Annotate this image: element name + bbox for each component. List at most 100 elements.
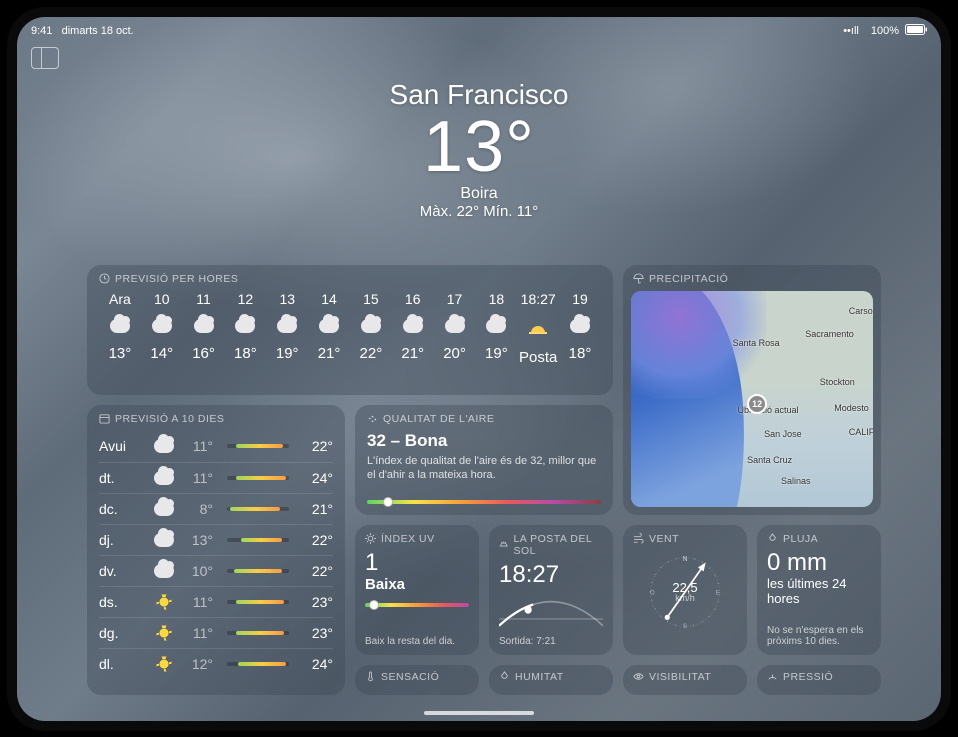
cloud-icon bbox=[110, 319, 130, 333]
temp-range-bar bbox=[227, 538, 289, 542]
temp-range-bar bbox=[227, 569, 289, 573]
aq-scale bbox=[367, 500, 601, 504]
hour-label: 18:27 bbox=[521, 291, 556, 307]
cloud-icon bbox=[153, 439, 175, 453]
cloud-icon bbox=[194, 319, 214, 333]
pressure-card[interactable]: PRESSIÓ bbox=[757, 665, 881, 695]
temp-range-bar bbox=[227, 476, 289, 480]
hour-item[interactable]: 1218° bbox=[224, 291, 266, 366]
hourly-row[interactable]: Ara13°1014° 11 16° 1218° 13 19° 1421°1522°1621… bbox=[99, 291, 601, 366]
current-temp: 13° bbox=[17, 111, 941, 183]
day-row[interactable]: dc. 8° 21° bbox=[99, 493, 333, 524]
aq-value: 32 – Bona bbox=[367, 431, 601, 451]
aq-description: L'índex de qualitat de l'aire és de 32, … bbox=[367, 454, 601, 483]
hour-item[interactable]: 18:27Posta bbox=[517, 291, 559, 366]
hour-temp: 18° bbox=[569, 345, 592, 362]
clock-icon bbox=[99, 273, 110, 284]
temp-range-bar bbox=[227, 662, 289, 666]
day-row[interactable]: dj. 13° 22° bbox=[99, 524, 333, 555]
humidity-card[interactable]: HUMITAT bbox=[489, 665, 613, 695]
day-row[interactable]: dg. 11° 23° bbox=[99, 617, 333, 648]
hour-label: 16 bbox=[405, 291, 421, 307]
cloud-icon bbox=[235, 319, 255, 333]
map-canvas[interactable]: Santa RosaSacramentoStocktonModestoSan J… bbox=[631, 291, 873, 507]
gauge-icon bbox=[767, 671, 778, 682]
feels-like-card[interactable]: SENSACIÓ bbox=[355, 665, 479, 695]
sun-icon bbox=[153, 593, 175, 611]
hour-temp: 20° bbox=[443, 345, 466, 362]
wind-icon bbox=[633, 533, 644, 544]
day-high: 24° bbox=[303, 470, 333, 486]
hour-label: Ara bbox=[109, 291, 131, 307]
hi-lo-text: Màx. 22° Mín. 11° bbox=[17, 203, 941, 220]
precipitation-map-card[interactable]: PRECIPITACIÓ Santa RosaSacramentoStockto… bbox=[623, 265, 881, 515]
hour-item[interactable]: 1421° bbox=[308, 291, 350, 366]
current-conditions: San Francisco 13° Boira Màx. 22° Mín. 11… bbox=[17, 17, 941, 220]
screen: 9:41 dimarts 18 oct. ••ıll 100% San Fran… bbox=[17, 17, 941, 721]
hour-label: 11 bbox=[196, 291, 211, 307]
humidity-icon bbox=[499, 671, 510, 682]
day-name: dv. bbox=[99, 563, 145, 579]
visibility-card[interactable]: VISIBILITAT bbox=[623, 665, 747, 695]
day-high: 22° bbox=[303, 532, 333, 548]
uv-value: 1 bbox=[365, 551, 469, 575]
sunset-icon bbox=[529, 319, 547, 337]
uv-footnote: Baix la resta del dia. bbox=[365, 636, 469, 647]
hour-item[interactable]: 1819° bbox=[475, 291, 517, 366]
day-row[interactable]: ds. 11° 23° bbox=[99, 586, 333, 617]
day-high: 23° bbox=[303, 594, 333, 610]
calendar-icon bbox=[99, 413, 110, 424]
cloud-icon bbox=[153, 471, 175, 485]
hour-temp: 19° bbox=[276, 345, 299, 362]
hour-item[interactable]: 1014° bbox=[141, 291, 183, 366]
day-row[interactable]: dt. 11° 24° bbox=[99, 462, 333, 493]
cloud-icon bbox=[277, 319, 297, 333]
temp-range-bar bbox=[227, 631, 289, 635]
map-city-label: Santa Rosa bbox=[733, 338, 780, 348]
uv-level: Baixa bbox=[365, 576, 469, 593]
hour-item[interactable]: 1621° bbox=[392, 291, 434, 366]
day-name: dc. bbox=[99, 501, 145, 517]
cloud-icon bbox=[486, 319, 506, 333]
tenday-title: PREVISIÓ A 10 DIES bbox=[115, 413, 224, 425]
hour-temp: 19° bbox=[485, 345, 508, 362]
hour-temp: 22° bbox=[360, 345, 383, 362]
sun-icon bbox=[153, 655, 175, 673]
hour-item[interactable]: 1720° bbox=[434, 291, 476, 366]
uv-index-card[interactable]: ÍNDEX UV 1 Baixa Baix la resta del dia. bbox=[355, 525, 479, 655]
day-high: 23° bbox=[303, 625, 333, 641]
day-high: 22° bbox=[303, 438, 333, 454]
home-indicator[interactable] bbox=[424, 711, 534, 715]
day-row[interactable]: dv. 10° 22° bbox=[99, 555, 333, 586]
sun-icon bbox=[153, 624, 175, 642]
condition-text: Boira bbox=[17, 185, 941, 203]
day-low: 11° bbox=[183, 594, 213, 610]
card-header: PREVISIÓ A 10 DIES bbox=[99, 413, 333, 425]
uv-scale bbox=[365, 603, 469, 607]
day-row[interactable]: dl. 12° 24° bbox=[99, 648, 333, 679]
hour-temp: 16° bbox=[192, 345, 215, 362]
hour-item[interactable]: 13 19° bbox=[266, 291, 308, 366]
ten-day-forecast-card[interactable]: PREVISIÓ A 10 DIES Avui 11° 22°dt. 11° 2… bbox=[87, 405, 345, 695]
sunset-card[interactable]: LA POSTA DEL SOL 18:27 Sortida: 7:21 bbox=[489, 525, 613, 655]
wind-card[interactable]: VENT N E S O bbox=[623, 525, 747, 655]
day-high: 24° bbox=[303, 656, 333, 672]
rain-card[interactable]: PLUJA 0 mm les últimes 24 hores No se n'… bbox=[757, 525, 881, 655]
hour-item[interactable]: Ara13° bbox=[99, 291, 141, 366]
day-high: 21° bbox=[303, 501, 333, 517]
aq-title: QUALITAT DE L'AIRE bbox=[383, 413, 494, 425]
cards-grid: PREVISIÓ PER HORES Ara13°1014°1116°1218°… bbox=[87, 265, 881, 711]
hour-label: 13 bbox=[279, 291, 295, 307]
hourly-forecast-card[interactable]: PREVISIÓ PER HORES Ara13°1014°1116°1218°… bbox=[87, 265, 613, 395]
hour-label: 14 bbox=[321, 291, 337, 307]
map-city-label: Salinas bbox=[781, 476, 811, 486]
day-name: dl. bbox=[99, 656, 145, 672]
hour-item[interactable]: 1918° bbox=[559, 291, 601, 366]
hour-item[interactable]: 1522° bbox=[350, 291, 392, 366]
card-header: PRECIPITACIÓ bbox=[633, 273, 871, 285]
hour-item[interactable]: 11 16° bbox=[183, 291, 225, 366]
wind-speed: 22,5 bbox=[672, 581, 697, 594]
day-row[interactable]: Avui 11° 22° bbox=[99, 431, 333, 462]
air-quality-card[interactable]: QUALITAT DE L'AIRE 32 – Bona L'índex de … bbox=[355, 405, 613, 515]
umbrella-icon bbox=[633, 273, 644, 284]
